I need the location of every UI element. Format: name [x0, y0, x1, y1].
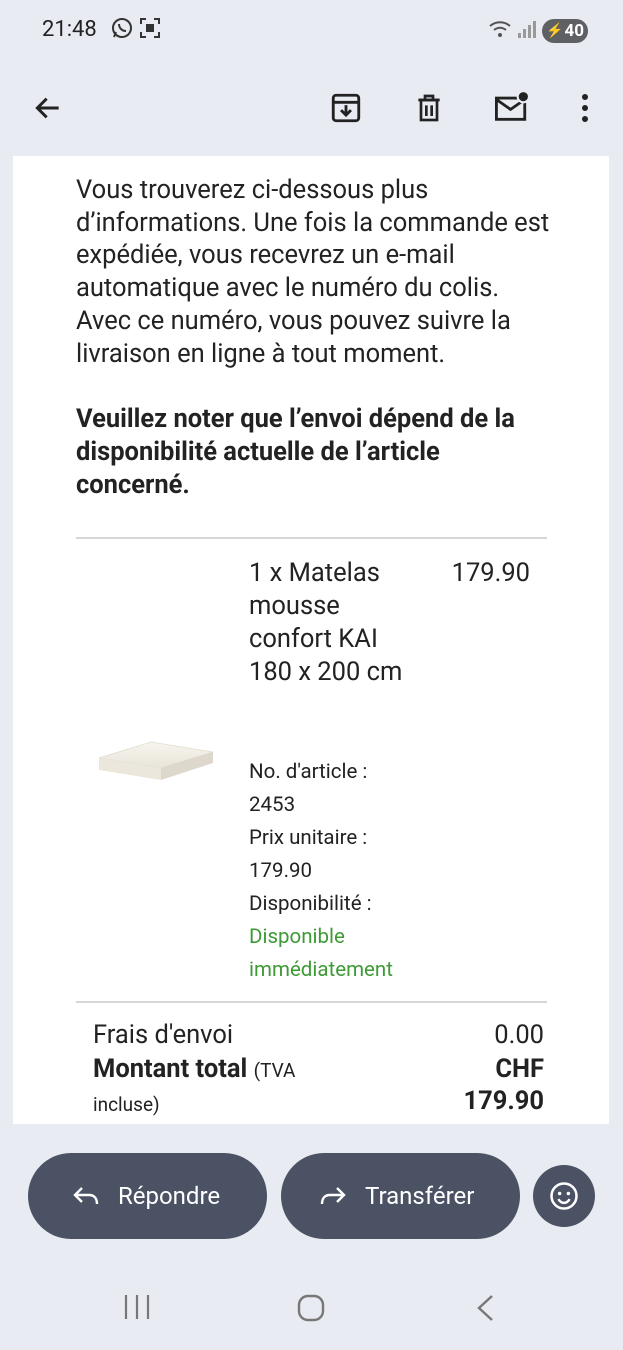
archive-icon [331, 93, 361, 123]
trash-icon [418, 94, 440, 122]
total-label: Montant total (TVA [93, 1054, 295, 1084]
forward-label: Transférer [365, 1182, 475, 1210]
item-details: No. d'article : 2453 Prix unitaire : 179… [249, 756, 499, 987]
more-options-button[interactable] [561, 84, 609, 132]
article-label: No. d'article : [249, 760, 368, 784]
status-bar: 21:48 ⚡ 40 [0, 0, 623, 60]
shipping-value: 0.00 [494, 1020, 544, 1050]
item-name: 1 x Matelas mousse confort KAI 180 x 200… [249, 558, 403, 687]
home-icon [297, 1294, 325, 1322]
total-currency: CHF [495, 1054, 544, 1084]
signal-icon [516, 19, 536, 43]
arrow-back-icon [35, 97, 59, 119]
status-time: 21:48 [42, 17, 97, 42]
recents-icon [124, 1295, 150, 1319]
smiley-icon [550, 1182, 578, 1210]
unit-price-label: Prix unitaire : [249, 826, 368, 850]
unit-price: 179.90 [249, 859, 313, 883]
shipping-label: Frais d'envoi [93, 1020, 234, 1050]
more-vert-icon [582, 94, 588, 122]
charging-icon: ⚡ [546, 23, 564, 39]
battery-level: 40 [564, 21, 584, 41]
home-button[interactable] [296, 1293, 326, 1327]
mail-unread-icon [495, 91, 531, 121]
back-nav-button[interactable] [474, 1293, 496, 1327]
article-number: 2453 [249, 793, 296, 817]
availability-status: Disponible immédiatement [249, 925, 393, 982]
back-button[interactable] [24, 84, 72, 132]
intro-paragraph: Vous trouverez ci-dessous plus d’informa… [76, 175, 550, 369]
forward-icon [319, 1184, 347, 1208]
system-navigation-bar [0, 1260, 623, 1350]
item-price: 179.90 [451, 558, 530, 588]
battery-indicator: ⚡ 40 [542, 19, 588, 43]
email-content: Vous trouverez ci-dessous plus d’informa… [13, 156, 609, 1124]
email-body: Vous trouverez ci-dessous plus d’informa… [42, 156, 594, 1124]
screenshot-icon [138, 16, 162, 44]
tax-note: (TVA [253, 1059, 296, 1082]
divider [76, 1001, 547, 1003]
total-label-text: Montant total [93, 1054, 248, 1084]
chevron-left-icon [477, 1295, 493, 1321]
reply-icon [72, 1184, 100, 1208]
recent-apps-button[interactable] [122, 1293, 152, 1325]
forward-button[interactable]: Transférer [281, 1153, 520, 1239]
reply-label: Répondre [118, 1182, 221, 1210]
tax-note-cont: incluse) [93, 1093, 160, 1116]
wifi-icon [488, 19, 512, 43]
availability-note: Veuillez noter que l’envoi dépend de la … [76, 404, 515, 500]
total-value: 179.90 [463, 1086, 544, 1116]
delete-button[interactable] [405, 84, 453, 132]
mattress-image [95, 736, 215, 790]
reply-button[interactable]: Répondre [28, 1153, 267, 1239]
whatsapp-icon [110, 16, 134, 44]
mark-unread-button[interactable] [488, 84, 536, 132]
divider [76, 537, 547, 539]
archive-button[interactable] [322, 84, 370, 132]
emoji-reaction-button[interactable] [533, 1165, 595, 1227]
availability-label: Disponibilité : [249, 892, 372, 916]
email-toolbar [0, 60, 623, 156]
